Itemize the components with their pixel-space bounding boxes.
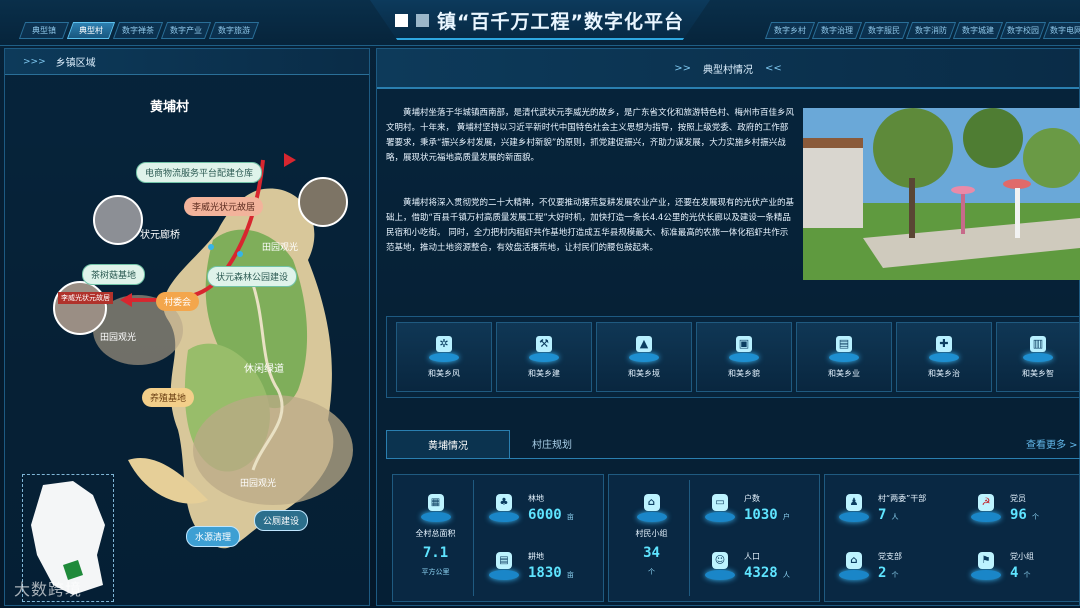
tab-divider: [386, 458, 1080, 459]
see-more-link[interactable]: 查看更多 >: [1026, 436, 1078, 451]
photo-caption: 李威光状元故居: [58, 292, 113, 304]
stat-party-branch: ⌂ 党支部 2 个: [830, 538, 952, 594]
category-label: 和美乡智: [1022, 368, 1054, 378]
stat-population: ☺ 人口 4328 人: [696, 538, 816, 594]
map-label-field-1[interactable]: 田园观光: [262, 240, 298, 253]
category-label: 和美乡建: [528, 368, 560, 378]
field-icon: ▤: [488, 552, 520, 580]
map-label-forest-park[interactable]: 状元森林公园建设: [207, 266, 298, 287]
area-icon: ▦: [420, 494, 452, 522]
category-label: 和美乡业: [828, 368, 860, 378]
landscape-icon: ▣: [727, 335, 761, 362]
map-label-former-residence[interactable]: 李威光状元故居: [184, 197, 264, 216]
tab-digital-village[interactable]: 数字乡村: [764, 22, 816, 39]
tab-digital-fire[interactable]: 数字消防: [905, 22, 957, 39]
tab-digital-service[interactable]: 数字服民: [858, 22, 910, 39]
book-icon: ▥: [1021, 335, 1055, 362]
branch-house-icon: ⌂: [838, 552, 870, 580]
category-label: 和美乡境: [628, 368, 660, 378]
stat-villager-groups: ⌂ 村民小组 34 个: [614, 480, 690, 596]
tab-digital-industry[interactable]: 数字产业: [160, 22, 212, 39]
map-label-field-3[interactable]: 田园观光: [240, 476, 276, 489]
stat-arable-land: ▤ 耕地 1830 亩: [480, 538, 600, 594]
village-info-header: >> 典型村情况 <<: [377, 49, 1079, 89]
map-label-ecommerce[interactable]: 电商物流服务平台配建仓库: [136, 162, 263, 183]
chevrons-left-icon: >>: [674, 62, 691, 74]
category-card[interactable]: ▣ 和美乡貌: [696, 322, 792, 392]
map-label-mushroom-base[interactable]: 茶树菇基地: [82, 264, 146, 285]
map-label-water-clearing[interactable]: 水源清理: [186, 526, 241, 547]
logo-square-icon: [416, 13, 429, 27]
chevrons-icon: >>>: [23, 56, 46, 67]
watermark: 大数跨境: [14, 580, 83, 599]
tab-huangpu-situation[interactable]: 黄埔情况: [386, 430, 510, 458]
stat-total-area: ▦ 全村总面积 7.1 平方公里: [398, 480, 474, 596]
map-label-village-committee[interactable]: 村委会: [156, 292, 200, 311]
map-label-field-2[interactable]: 田园观光: [100, 330, 136, 343]
village-intro-paragraph-1: 黄埔村坐落于华城镇西南部，是清代武状元李威光的故乡，是广东省文化和旅游特色村、梅…: [386, 108, 795, 163]
person-icon: ♟: [838, 494, 870, 522]
category-label: 和美乡风: [428, 368, 460, 378]
village-intro-paragraph-2: 黄埔村将深入贯彻党的二十大精神，不仅要推动撂荒复耕发展农业产业，还要在发展现有的…: [386, 198, 795, 253]
map-label-breeding-base[interactable]: 养殖基地: [142, 388, 195, 407]
wind-icon: ✲: [427, 335, 461, 362]
tab-typical-town[interactable]: 典型镇: [18, 22, 70, 39]
mountain-icon: ▲: [627, 335, 661, 362]
party-emblem-icon: ☭: [970, 494, 1002, 522]
compass-icon: ✚: [927, 335, 961, 362]
category-label: 和美乡治: [928, 368, 960, 378]
category-card[interactable]: ✚ 和美乡治: [896, 322, 992, 392]
flag-icon: ⚑: [970, 552, 1002, 580]
id-card-icon: ▭: [704, 494, 736, 522]
build-icon: ⚒: [527, 335, 561, 362]
tab-digital-construction[interactable]: 数字城建: [952, 22, 1004, 39]
category-card[interactable]: ▲ 和美乡境: [596, 322, 692, 392]
people-icon: ☺: [704, 552, 736, 580]
tab-digital-grid[interactable]: 数字电网: [1042, 22, 1080, 39]
region-panel-header: >>> 乡镇区域: [5, 49, 369, 75]
stat-party-members: ☭ 党员 96 个: [962, 480, 1078, 536]
category-card[interactable]: ▤ 和美乡业: [796, 322, 892, 392]
house-icon: ⌂: [636, 494, 668, 522]
tab-digital-tea[interactable]: 数字禅茶: [112, 22, 164, 39]
category-card[interactable]: ⚒ 和美乡建: [496, 322, 592, 392]
stat-party-groups: ⚑ 党小组 4 个: [962, 538, 1078, 594]
briefcase-icon: ▤: [827, 335, 861, 362]
village-photo: [803, 108, 1080, 280]
stat-households: ▭ 户数 1030 户: [696, 480, 816, 536]
tab-typical-village[interactable]: 典型村: [66, 22, 116, 39]
category-card[interactable]: ▥ 和美乡智: [996, 322, 1080, 392]
map-label-greenway[interactable]: 休闲绿道: [244, 360, 284, 375]
tab-village-planning[interactable]: 村庄规划: [532, 436, 572, 451]
chevrons-right-icon: <<: [765, 62, 782, 74]
logo-square-icon: [395, 13, 408, 27]
map-label-toilet-construction[interactable]: 公厕建设: [254, 510, 309, 531]
map-label-bridge[interactable]: 状元廊桥: [140, 226, 180, 241]
category-label: 和美乡貌: [728, 368, 760, 378]
tab-digital-governance[interactable]: 数字治理: [811, 22, 863, 39]
tab-digital-campus[interactable]: 数字校园: [999, 22, 1047, 39]
village-name: 黄埔村: [150, 100, 190, 115]
stat-village-cadres: ♟ 村“两委”干部 7 人: [830, 480, 952, 536]
page-title: 镇“百千万工程”数字化平台: [395, 6, 715, 34]
category-card[interactable]: ✲ 和美乡风: [396, 322, 492, 392]
stat-forest-land: ♣ 林地 6000 亩: [480, 480, 600, 536]
tree-icon: ♣: [488, 494, 520, 522]
tab-digital-tourism[interactable]: 数字旅游: [208, 22, 260, 39]
